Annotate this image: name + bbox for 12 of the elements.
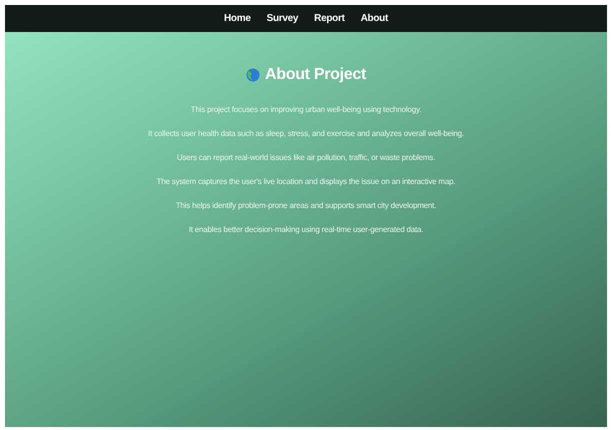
nav-link[interactable]: About [360, 11, 388, 26]
paragraph: This project focuses on improving urban well-being using technology. [190, 104, 422, 116]
globe-icon [246, 68, 260, 82]
paragraph: It collects user health data such as sleep, stress, and exercise and analyzes overall well-being. [148, 128, 464, 140]
nav-link[interactable]: Survey [266, 11, 298, 26]
paragraph: It enables better decision-making using real-time user-generated data. [188, 224, 424, 236]
paragraph: Users can report real-world issues like air pollution, traffic, or waste problems. [176, 152, 436, 164]
paragraph: This helps identify problem-prone areas and supports smart city development. [176, 200, 436, 212]
page-title: About Project [265, 65, 366, 85]
paragraph: The system captures the user's live location and displays the issue on an interactive map. [156, 176, 456, 188]
nav-link[interactable]: Home [224, 11, 251, 26]
nav-link[interactable]: Report [314, 11, 345, 26]
